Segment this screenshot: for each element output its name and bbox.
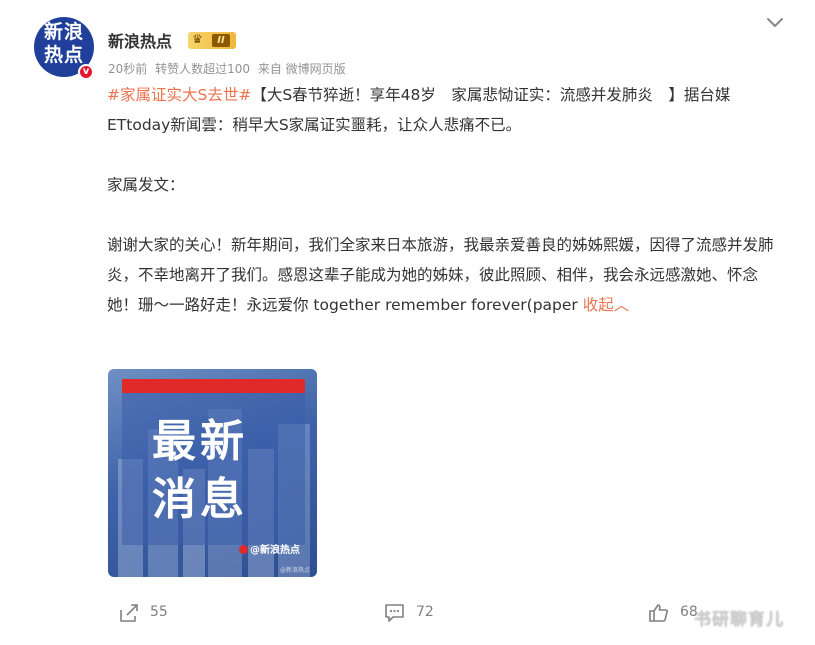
thumbs-up-icon [649, 604, 668, 622]
image-watermark: @新浪热点 [280, 567, 311, 574]
image-headline: 最新 消息 [152, 413, 282, 529]
post-paragraph-1: #家属证实大S去世#【大S春节猝逝！享年48岁 家属悲恸证实：流感并发肺炎 】据… [107, 80, 787, 140]
crown-icon: ♛ [192, 32, 203, 46]
verified-badge-icon: v [78, 64, 94, 80]
post-meta: 20秒前 转赞人数超过100 来自 微博网页版 [108, 60, 350, 77]
share-icon [120, 604, 138, 622]
comment-count: 72 [416, 604, 434, 620]
post-paragraph-3: 谢谢大家的关心！新年期间，我们全家来日本旅游，我最亲爱善良的姊姊熙媛，因得了流感… [107, 230, 787, 320]
image-headline-line1: 最新 [152, 416, 248, 467]
source-dot-icon [239, 545, 248, 554]
post-body-text: 谢谢大家的关心！新年期间，我们全家来日本旅游，我最亲爱善良的姊姊熙媛，因得了流感… [107, 236, 774, 314]
post-image[interactable]: 最新 消息 @新浪热点 @新浪热点 [108, 369, 317, 577]
red-header-bar [122, 379, 305, 393]
avatar-line1: 新浪 [43, 21, 84, 43]
chevron-down-icon[interactable] [764, 12, 786, 34]
vip-badge-icon[interactable]: ♛ II [188, 32, 236, 49]
comment-icon [385, 604, 404, 622]
collapse-link[interactable]: 收起︿ [583, 296, 630, 314]
weibo-post-card: 新浪 热点 v 新浪热点 ♛ II 20秒前 转赞人数超过100 来自 微博网页… [0, 0, 815, 645]
post-content: #家属证实大S去世#【大S春节猝逝！享年48岁 家属悲恸证实：流感并发肺炎 】据… [107, 80, 787, 320]
post-time[interactable]: 20秒前 [108, 62, 147, 76]
overlay-watermark: 书研聊育儿 [694, 610, 784, 630]
repost-count: 55 [150, 604, 168, 620]
username[interactable]: 新浪热点 [108, 28, 172, 52]
hashtag-link[interactable]: #家属证实大S去世# [107, 86, 251, 104]
post-paragraph-2: 家属发文： [107, 176, 185, 194]
repost-note: 转赞人数超过100 [155, 62, 251, 76]
post-source: 来自 微博网页版 [257, 62, 346, 76]
image-headline-line2: 消息 [152, 474, 248, 525]
vip-level: II [212, 34, 230, 47]
image-source-label: @新浪热点 [250, 545, 300, 556]
